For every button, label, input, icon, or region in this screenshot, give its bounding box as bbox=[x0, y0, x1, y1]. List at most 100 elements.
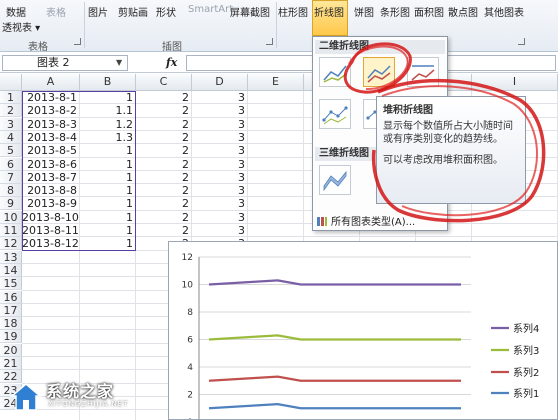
group-table-launcher[interactable] bbox=[74, 38, 81, 45]
divider bbox=[276, 2, 277, 48]
row-header-21[interactable]: 21 bbox=[0, 357, 22, 370]
series-line-2[interactable] bbox=[208, 375, 461, 382]
cell-d3[interactable]: 3 bbox=[192, 118, 248, 131]
column-header-e[interactable]: E bbox=[248, 74, 304, 91]
column-header-i[interactable]: I bbox=[472, 74, 558, 91]
tooltip-footnote: 可以考虑改用堆积面积图。 bbox=[383, 155, 503, 166]
y-tick-label: 4 bbox=[187, 363, 193, 373]
y-tick-label: 2 bbox=[187, 391, 193, 401]
table-button[interactable]: 表格 bbox=[46, 4, 66, 19]
column-header-b[interactable]: B bbox=[80, 74, 136, 91]
scatter-chart-button[interactable]: 散点图 bbox=[448, 4, 478, 19]
divider bbox=[84, 2, 85, 48]
cell-c4[interactable]: 2 bbox=[136, 131, 192, 144]
tooltip-title: 堆积折线图 bbox=[383, 105, 433, 116]
pivot-table-sub[interactable]: 透视表 ▾ bbox=[2, 19, 40, 34]
series-line-4[interactable] bbox=[208, 279, 461, 286]
area-chart-button[interactable]: 面积图 bbox=[414, 4, 444, 19]
chart-types-icon bbox=[317, 217, 327, 226]
name-box[interactable]: 图表 2 bbox=[2, 55, 128, 71]
insert-function-icon[interactable]: fx bbox=[166, 56, 177, 69]
3d-line-chart-option[interactable] bbox=[319, 165, 351, 195]
stacked-line-chart-option[interactable] bbox=[363, 57, 395, 87]
cell-c6[interactable]: 2 bbox=[136, 158, 192, 171]
pie-chart-button[interactable]: 饼图 bbox=[354, 4, 374, 19]
row-header-6[interactable]: 6 bbox=[0, 157, 22, 171]
select-all-corner[interactable] bbox=[0, 74, 22, 91]
cell-c11[interactable]: 2 bbox=[136, 224, 192, 237]
clipart-button[interactable]: 剪贴画 bbox=[118, 4, 148, 19]
row-header-18[interactable]: 18 bbox=[0, 317, 22, 331]
cell-d7[interactable]: 3 bbox=[192, 171, 248, 184]
cell-c8[interactable]: 2 bbox=[136, 184, 192, 197]
row-header-2[interactable]: 2 bbox=[0, 104, 22, 118]
row-header-8[interactable]: 8 bbox=[0, 184, 22, 198]
watermark: 系统之家 XITONGZHIJIA.NET bbox=[8, 376, 168, 418]
row-header-14[interactable]: 14 bbox=[0, 263, 22, 277]
other-charts-button[interactable]: 其他图表 bbox=[484, 4, 524, 19]
tooltip-body: 显示每个数值所占大小随时间或有序类别变化的趋势线。 bbox=[383, 121, 513, 145]
row-header-5[interactable]: 5 bbox=[0, 144, 22, 158]
section-2d-line: 二维折线图 bbox=[315, 40, 445, 54]
cell-d4[interactable]: 3 bbox=[192, 131, 248, 144]
column-chart-button[interactable]: 柱形图 bbox=[278, 4, 308, 19]
row-header-19[interactable]: 19 bbox=[0, 330, 22, 344]
y-tick-label: 6 bbox=[187, 336, 193, 346]
pivot-table-button[interactable]: 数据 bbox=[6, 4, 26, 19]
cell-d9[interactable]: 3 bbox=[192, 197, 248, 210]
row-header-9[interactable]: 9 bbox=[0, 197, 22, 211]
row-header-10[interactable]: 10 bbox=[0, 210, 22, 224]
row-header-15[interactable]: 15 bbox=[0, 277, 22, 291]
column-header-a[interactable]: A bbox=[22, 74, 80, 91]
cell-d11[interactable]: 3 bbox=[192, 224, 248, 237]
line-with-markers-option[interactable] bbox=[319, 99, 351, 129]
bar-chart-button[interactable]: 条形图 bbox=[380, 4, 410, 19]
row-header-16[interactable]: 16 bbox=[0, 290, 22, 304]
row-header-7[interactable]: 7 bbox=[0, 170, 22, 184]
cell-c2[interactable]: 2 bbox=[136, 104, 192, 117]
cell-d5[interactable]: 3 bbox=[192, 144, 248, 157]
percent-stacked-line-option[interactable] bbox=[407, 57, 439, 87]
series-line-1[interactable] bbox=[208, 403, 461, 410]
cell-c10[interactable]: 2 bbox=[136, 211, 192, 224]
column-header-d[interactable]: D bbox=[192, 74, 248, 91]
embedded-line-chart[interactable]: 12 10 8 6 4 2 0 系列4 系列3 系列2 系列1 bbox=[168, 241, 558, 420]
row-header-12[interactable]: 12 bbox=[0, 237, 22, 251]
shapes-button[interactable]: 形状 bbox=[156, 4, 176, 19]
row-header-11[interactable]: 11 bbox=[0, 224, 22, 237]
cell-d6[interactable]: 3 bbox=[192, 158, 248, 171]
y-tick-label: 8 bbox=[187, 308, 193, 318]
line-chart-button[interactable]: 折线图 bbox=[314, 4, 344, 19]
cell-c7[interactable]: 2 bbox=[136, 171, 192, 184]
row-header-13[interactable]: 13 bbox=[0, 250, 22, 264]
series-line-3[interactable] bbox=[208, 334, 461, 341]
chevron-down-icon[interactable]: ▼ bbox=[116, 58, 122, 67]
all-chart-types-link[interactable]: 所有图表类型(A)... bbox=[317, 213, 415, 228]
cell-d1[interactable]: 3 bbox=[192, 91, 248, 104]
group-illustrations-label: 插图 bbox=[162, 42, 182, 53]
row-header-17[interactable]: 17 bbox=[0, 303, 22, 317]
row-header-3[interactable]: 3 bbox=[0, 117, 22, 131]
cell-d10[interactable]: 3 bbox=[192, 211, 248, 224]
screenshot-button[interactable]: 屏幕截图 bbox=[230, 4, 270, 19]
row-header-20[interactable]: 20 bbox=[0, 343, 22, 357]
column-header-c[interactable]: C bbox=[136, 74, 192, 91]
ribbon: 数据 透视表 ▾ 表格 表格 图片 剪贴画 形状 SmartArt 屏幕截图 插… bbox=[0, 0, 558, 53]
smartart-button[interactable]: SmartArt bbox=[188, 4, 233, 15]
group-illustrations-launcher[interactable] bbox=[266, 38, 273, 45]
cell-c5[interactable]: 2 bbox=[136, 144, 192, 157]
line-chart-option[interactable] bbox=[319, 57, 351, 87]
cell-c3[interactable]: 2 bbox=[136, 118, 192, 131]
picture-button[interactable]: 图片 bbox=[88, 4, 108, 19]
cell-c9[interactable]: 2 bbox=[136, 197, 192, 210]
group-charts-launcher[interactable] bbox=[518, 38, 525, 45]
legend-label: 系列4 bbox=[513, 322, 539, 335]
cell-d2[interactable]: 3 bbox=[192, 104, 248, 117]
chart-plot[interactable]: 12 10 8 6 4 2 0 系列4 系列3 系列2 系列1 bbox=[169, 242, 557, 420]
row-header-4[interactable]: 4 bbox=[0, 130, 22, 144]
cell-d8[interactable]: 3 bbox=[192, 184, 248, 197]
cell-c1[interactable]: 2 bbox=[136, 91, 192, 104]
watermark-title: 系统之家 bbox=[46, 382, 115, 401]
house-logo-icon bbox=[9, 383, 43, 411]
row-header-1[interactable]: 1 bbox=[0, 91, 22, 104]
